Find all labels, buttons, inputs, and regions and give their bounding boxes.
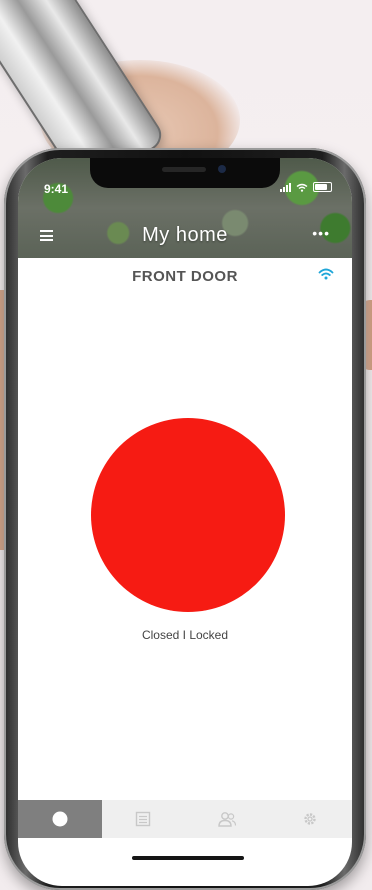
tab-bar [18,800,352,838]
tab-log[interactable] [102,800,186,838]
speaker [162,167,206,172]
header-banner: 9:41 My home ••• [18,158,352,258]
status-icons [280,182,332,192]
gear-icon [304,813,316,825]
app-screen: 9:41 My home ••• FRONT DOOR Closed I Loc… [18,158,352,886]
more-options-icon[interactable]: ••• [312,225,330,241]
circle-icon [52,811,68,827]
tab-door[interactable] [18,800,102,838]
tab-users[interactable] [185,800,269,838]
list-icon [136,811,151,827]
status-time: 9:41 [44,182,69,196]
phone-frame: 9:41 My home ••• FRONT DOOR Closed I Loc… [4,148,366,890]
lock-status-text: Closed I Locked [141,628,229,642]
camera [218,165,226,173]
wifi-status-icon [296,183,308,192]
door-name: FRONT DOOR [132,268,238,285]
signal-icon [280,182,291,192]
users-icon [218,812,236,827]
notch [90,158,280,188]
tab-settings[interactable] [269,800,353,838]
lock-status-button[interactable] [91,418,285,612]
home-indicator [132,856,244,860]
page-title: My home [142,224,228,246]
battery-icon [313,182,332,192]
wifi-connected-icon [318,268,334,280]
